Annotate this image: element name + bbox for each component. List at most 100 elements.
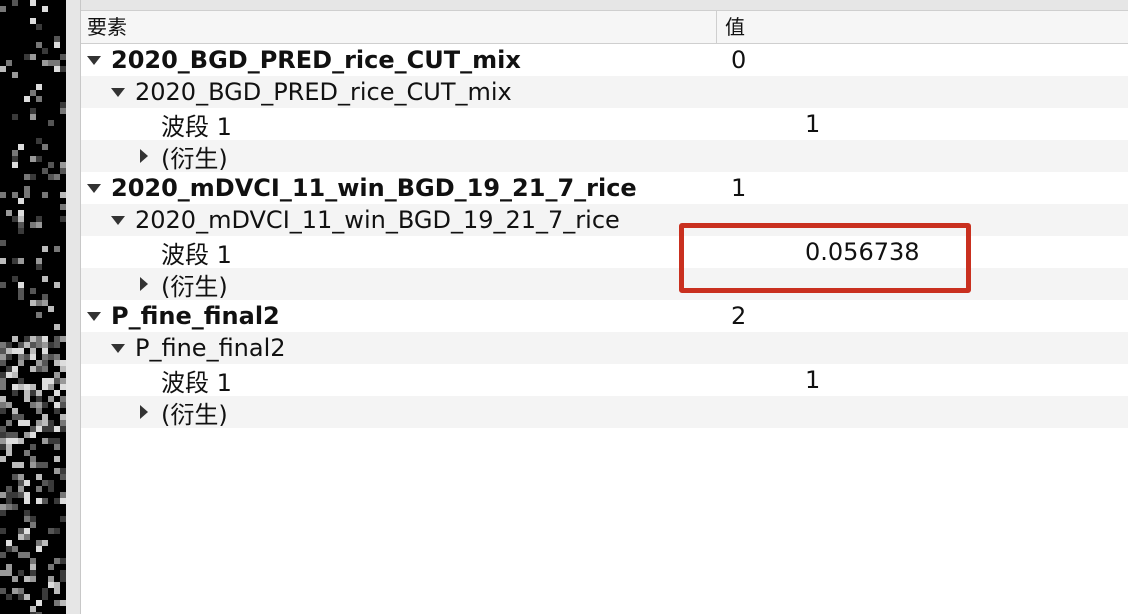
raster-pixel — [18, 438, 24, 444]
expand-triangle-icon[interactable] — [87, 311, 101, 321]
raster-pixel — [54, 342, 60, 348]
panel-top-border — [81, 0, 1128, 11]
tree-row-band[interactable]: 波段 1 1 — [81, 364, 1128, 397]
raster-pixel — [12, 504, 18, 510]
tree-row-layer[interactable]: P_fine_final2 2 — [81, 300, 1128, 332]
raster-pixel — [18, 294, 24, 300]
raster-pixel — [48, 306, 54, 312]
collapse-triangle-icon[interactable] — [140, 149, 148, 163]
raster-pixel — [54, 42, 60, 48]
raster-pixel — [0, 552, 6, 558]
raster-pixel — [42, 462, 48, 468]
raster-pixel — [36, 84, 42, 90]
expand-triangle-icon[interactable] — [111, 215, 125, 225]
raster-pixel — [42, 594, 48, 600]
raster-preview — [0, 0, 66, 614]
raster-pixel — [12, 0, 18, 6]
raster-pixel — [30, 444, 36, 450]
layer-name: 2020_BGD_PRED_rice_CUT_mix — [111, 46, 521, 74]
raster-pixel — [0, 384, 6, 390]
tree-row-band[interactable]: 波段 1 1 — [81, 108, 1128, 141]
raster-pixel — [12, 162, 18, 168]
band-label: 波段 1 — [161, 240, 232, 269]
raster-pixel — [54, 444, 60, 450]
raster-pixel — [54, 528, 60, 534]
raster-pixel — [12, 72, 18, 78]
raster-pixel — [18, 198, 24, 204]
raster-pixel — [36, 24, 42, 30]
raster-pixel — [0, 258, 6, 264]
tree-row-layer[interactable]: 2020_mDVCI_11_win_BGD_19_21_7_rice 1 — [81, 172, 1128, 204]
raster-pixel — [0, 240, 6, 246]
raster-pixel — [0, 282, 6, 288]
expand-triangle-icon[interactable] — [87, 55, 101, 65]
panel-divider[interactable] — [66, 0, 81, 614]
tree-row-raster[interactable]: 2020_BGD_PRED_rice_CUT_mix — [81, 76, 1128, 108]
raster-pixel — [30, 522, 36, 528]
raster-pixel — [0, 510, 6, 516]
raster-pixel — [24, 480, 30, 486]
expand-triangle-icon[interactable] — [111, 87, 125, 97]
raster-pixel — [24, 594, 30, 600]
column-header-value[interactable]: 值 — [717, 11, 1128, 43]
value-highlight-box — [679, 223, 971, 293]
derived-label: (衍生) — [161, 144, 228, 173]
raster-pixel — [36, 312, 42, 318]
tree-row-raster[interactable]: P_fine_final2 — [81, 332, 1128, 364]
raster-pixel — [12, 390, 18, 396]
raster-pixel — [36, 156, 42, 162]
raster-pixel — [42, 276, 48, 282]
raster-pixel — [24, 498, 30, 504]
raster-pixel — [48, 486, 54, 492]
raster-pixel — [12, 576, 18, 582]
raster-name: P_fine_final2 — [135, 334, 286, 362]
raster-pixel — [48, 120, 54, 126]
raster-pixel — [0, 6, 6, 12]
raster-pixel — [6, 450, 12, 456]
layer-value: 2 — [731, 302, 747, 330]
raster-pixel — [24, 192, 30, 198]
raster-pixel — [6, 60, 12, 66]
raster-pixel — [30, 54, 36, 60]
collapse-triangle-icon[interactable] — [140, 405, 148, 419]
raster-pixel — [42, 246, 48, 252]
raster-pixel — [48, 162, 54, 168]
raster-pixel — [0, 456, 6, 462]
raster-pixel — [36, 96, 42, 102]
raster-pixel — [6, 354, 12, 360]
raster-pixel — [36, 546, 42, 552]
column-header-element[interactable]: 要素 — [81, 11, 717, 43]
raster-pixel — [42, 6, 48, 12]
raster-pixel — [18, 462, 24, 468]
raster-pixel — [30, 432, 36, 438]
raster-pixel — [42, 540, 48, 546]
raster-pixel — [30, 174, 36, 180]
raster-pixel — [30, 288, 36, 294]
expand-triangle-icon[interactable] — [87, 183, 101, 193]
raster-pixel — [42, 498, 48, 504]
collapse-triangle-icon[interactable] — [140, 277, 148, 291]
raster-name: 2020_BGD_PRED_rice_CUT_mix — [135, 78, 512, 106]
derived-label: (衍生) — [161, 400, 228, 429]
tree-row-derived[interactable]: (衍生) — [81, 140, 1128, 173]
raster-pixel — [54, 588, 60, 594]
tree-row-derived[interactable]: (衍生) — [81, 396, 1128, 429]
raster-pixel — [18, 228, 24, 234]
raster-pixel — [18, 360, 24, 366]
raster-pixel — [24, 96, 30, 102]
raster-pixel — [18, 144, 24, 150]
raster-name: 2020_mDVCI_11_win_BGD_19_21_7_rice — [135, 206, 620, 234]
layer-name: 2020_mDVCI_11_win_BGD_19_21_7_rice — [111, 174, 637, 202]
raster-pixel — [42, 366, 48, 372]
expand-triangle-icon[interactable] — [111, 343, 125, 353]
raster-pixel — [36, 486, 42, 492]
raster-pixel — [36, 264, 42, 270]
raster-pixel — [30, 0, 36, 6]
tree-row-layer[interactable]: 2020_BGD_PRED_rice_CUT_mix 0 — [81, 44, 1128, 76]
band-label: 波段 1 — [161, 112, 232, 141]
raster-pixel — [0, 192, 6, 198]
raster-pixel — [6, 420, 12, 426]
raster-pixel — [42, 48, 48, 54]
raster-pixel — [54, 174, 60, 180]
band-label: 波段 1 — [161, 368, 232, 397]
